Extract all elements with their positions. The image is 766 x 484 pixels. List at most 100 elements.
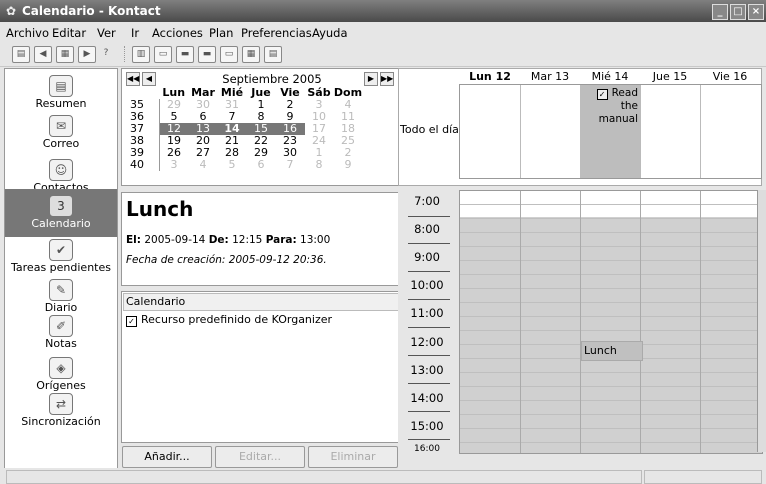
status-pane — [644, 470, 762, 484]
sidebar-item-label: Sincronización — [21, 415, 101, 428]
hour-label: 14:00 — [410, 391, 444, 405]
sidebar-item-label: Calendario — [31, 217, 91, 230]
day-column[interactable] — [580, 191, 641, 453]
event-time: El: 2005-09-14 De: 12:15 Para: 13:00 — [126, 234, 330, 246]
feeds-icon: ◈ — [49, 357, 73, 379]
maximize-button[interactable]: □ — [730, 4, 746, 20]
toolbar: ▤ ◀ ▦ ▶ ? ▥ ▭ ▬ ▬ ▭ ▦ ▤ — [0, 42, 766, 67]
resource-list: Calendario ✓ Recurso predefinido de KOrga… — [121, 291, 399, 443]
next-year-icon[interactable]: ▶▶ — [380, 72, 394, 86]
sync-icon: ⇄ — [49, 393, 73, 415]
sidebar-item-label: Correo — [42, 137, 80, 150]
new-event-icon[interactable]: ▤ — [12, 46, 30, 63]
day-header-wed[interactable]: Mié 14 — [580, 70, 640, 83]
allday-label: Todo el día — [400, 123, 459, 136]
agenda-time-grid[interactable]: Lunch — [459, 190, 763, 454]
hour-label: 12:00 — [410, 335, 444, 349]
hour-divider — [408, 243, 450, 244]
view-nextdays-icon[interactable]: ▭ — [220, 46, 238, 63]
forward-icon[interactable]: ▶ — [78, 46, 96, 63]
resource-label: Recurso predefinido de KOrganizer — [141, 313, 333, 326]
day-cell[interactable]: 5 — [218, 159, 247, 171]
hour-label: 11:00 — [410, 306, 444, 320]
allday-grid[interactable]: ✓ Read the manual — [459, 84, 762, 179]
hour-label: 13:00 — [410, 363, 444, 377]
day-header-mon[interactable]: Lun 12 — [460, 70, 520, 83]
summary-icon: ▤ — [49, 75, 73, 97]
today-icon[interactable]: ▦ — [56, 46, 74, 63]
day-cell[interactable]: 3 — [159, 159, 189, 171]
minimize-button[interactable]: _ — [712, 4, 728, 20]
menu-plan[interactable]: Plan — [209, 26, 233, 40]
allday-cell[interactable] — [520, 85, 581, 178]
checkbox-checked-icon[interactable]: ✓ — [126, 316, 137, 327]
event-lunch[interactable]: Lunch — [581, 341, 643, 361]
contacts-icon: ☺ — [49, 159, 73, 181]
window-controls: _ □ × — [710, 3, 764, 20]
day-cell[interactable]: 9 — [334, 159, 363, 171]
day-cell[interactable]: 8 — [305, 159, 334, 171]
close-button[interactable]: × — [748, 4, 764, 20]
prev-month-icon[interactable]: ◀ — [142, 72, 156, 86]
help-icon[interactable]: ? — [98, 46, 114, 61]
day-header-fri[interactable]: Vie 16 — [700, 70, 760, 83]
hour-label: 8:00 — [414, 222, 440, 236]
resource-list-header[interactable]: Calendario — [123, 293, 399, 311]
journal-icon: ✎ — [49, 279, 73, 301]
day-column[interactable] — [460, 191, 521, 453]
agenda-scrollbar[interactable] — [757, 190, 766, 452]
next-month-icon[interactable]: ▶ — [364, 72, 378, 86]
event-created: Fecha de creación: 2005-09-12 20:36. — [126, 254, 327, 266]
todo-icon: ✔ — [49, 239, 73, 261]
back-icon[interactable]: ◀ — [34, 46, 52, 63]
day-column[interactable] — [640, 191, 701, 453]
minical-grid: Lun Mar Mié Jue Vie Sáb Dom 35 29 30 31 … — [130, 87, 363, 171]
edit-button[interactable]: Editar... — [215, 446, 305, 468]
menu-ayuda[interactable]: Ayuda — [312, 26, 348, 40]
view-day-icon[interactable]: ▭ — [154, 46, 172, 63]
menu-bar: Archivo Editar Ver Ir Acciones Plan Pref… — [0, 22, 766, 42]
allday-cell[interactable] — [640, 85, 701, 178]
hour-divider — [408, 299, 450, 300]
hour-label: 16:00 — [414, 444, 440, 454]
day-header-tue[interactable]: Mar 13 — [520, 70, 580, 83]
resource-item[interactable]: ✓ Recurso predefinido de KOrganizer — [126, 313, 332, 327]
view-workweek-icon[interactable]: ▬ — [176, 46, 194, 63]
day-cell[interactable]: 7 — [276, 159, 305, 171]
view-week-icon[interactable]: ▬ — [198, 46, 216, 63]
sidebar-item-sincronizacion[interactable]: ⇄ Sincronización — [5, 387, 117, 443]
view-list-icon[interactable]: ▥ — [132, 46, 150, 63]
menu-preferencias[interactable]: Preferencias — [241, 26, 312, 40]
hour-divider — [408, 216, 450, 217]
status-pane — [6, 470, 642, 484]
minical-month-label: Septiembre 2005 — [222, 72, 322, 86]
todo-checkbox-icon[interactable]: ✓ — [596, 89, 608, 100]
sidebar-item-label: Notas — [45, 337, 77, 350]
title-bar: ✿ Calendario - Kontact _ □ × — [0, 0, 766, 22]
day-cell[interactable]: 6 — [247, 159, 276, 171]
menu-ir[interactable]: Ir — [131, 26, 139, 40]
prev-year-icon[interactable]: ◀◀ — [126, 72, 140, 86]
kontact-app-icon: ✿ — [5, 4, 17, 18]
component-sidebar: ▤ Resumen ✉ Correo ☺ Contactos 3 Calenda… — [4, 68, 118, 472]
mail-icon: ✉ — [49, 115, 73, 137]
time-labels: 7:00 8:00 9:00 10:00 11:00 12:00 13:00 1… — [398, 190, 456, 454]
delete-button[interactable]: Eliminar — [308, 446, 398, 468]
date-navigator: ◀◀ ◀ Septiembre 2005 ▶ ▶▶ Lun Mar Mié Ju… — [121, 68, 399, 186]
day-cell[interactable]: 4 — [189, 159, 218, 171]
menu-archivo[interactable]: Archivo — [6, 26, 49, 40]
menu-editar[interactable]: Editar — [52, 26, 86, 40]
menu-acciones[interactable]: Acciones — [152, 26, 203, 40]
week-number[interactable]: 40 — [130, 159, 160, 171]
menu-ver[interactable]: Ver — [97, 26, 116, 40]
day-header-thu[interactable]: Jue 15 — [640, 70, 700, 83]
sidebar-item-calendario[interactable]: 3 Calendario — [5, 189, 117, 237]
day-column[interactable] — [520, 191, 581, 453]
add-button[interactable]: Añadir... — [122, 446, 212, 468]
allday-event-todo[interactable]: ✓ Read the manual — [582, 87, 638, 126]
from-label: De: — [208, 234, 229, 246]
hour-label: 9:00 — [414, 250, 440, 264]
allday-cell[interactable] — [460, 85, 521, 178]
view-todo-icon[interactable]: ▤ — [264, 46, 282, 63]
view-month-icon[interactable]: ▦ — [242, 46, 260, 63]
